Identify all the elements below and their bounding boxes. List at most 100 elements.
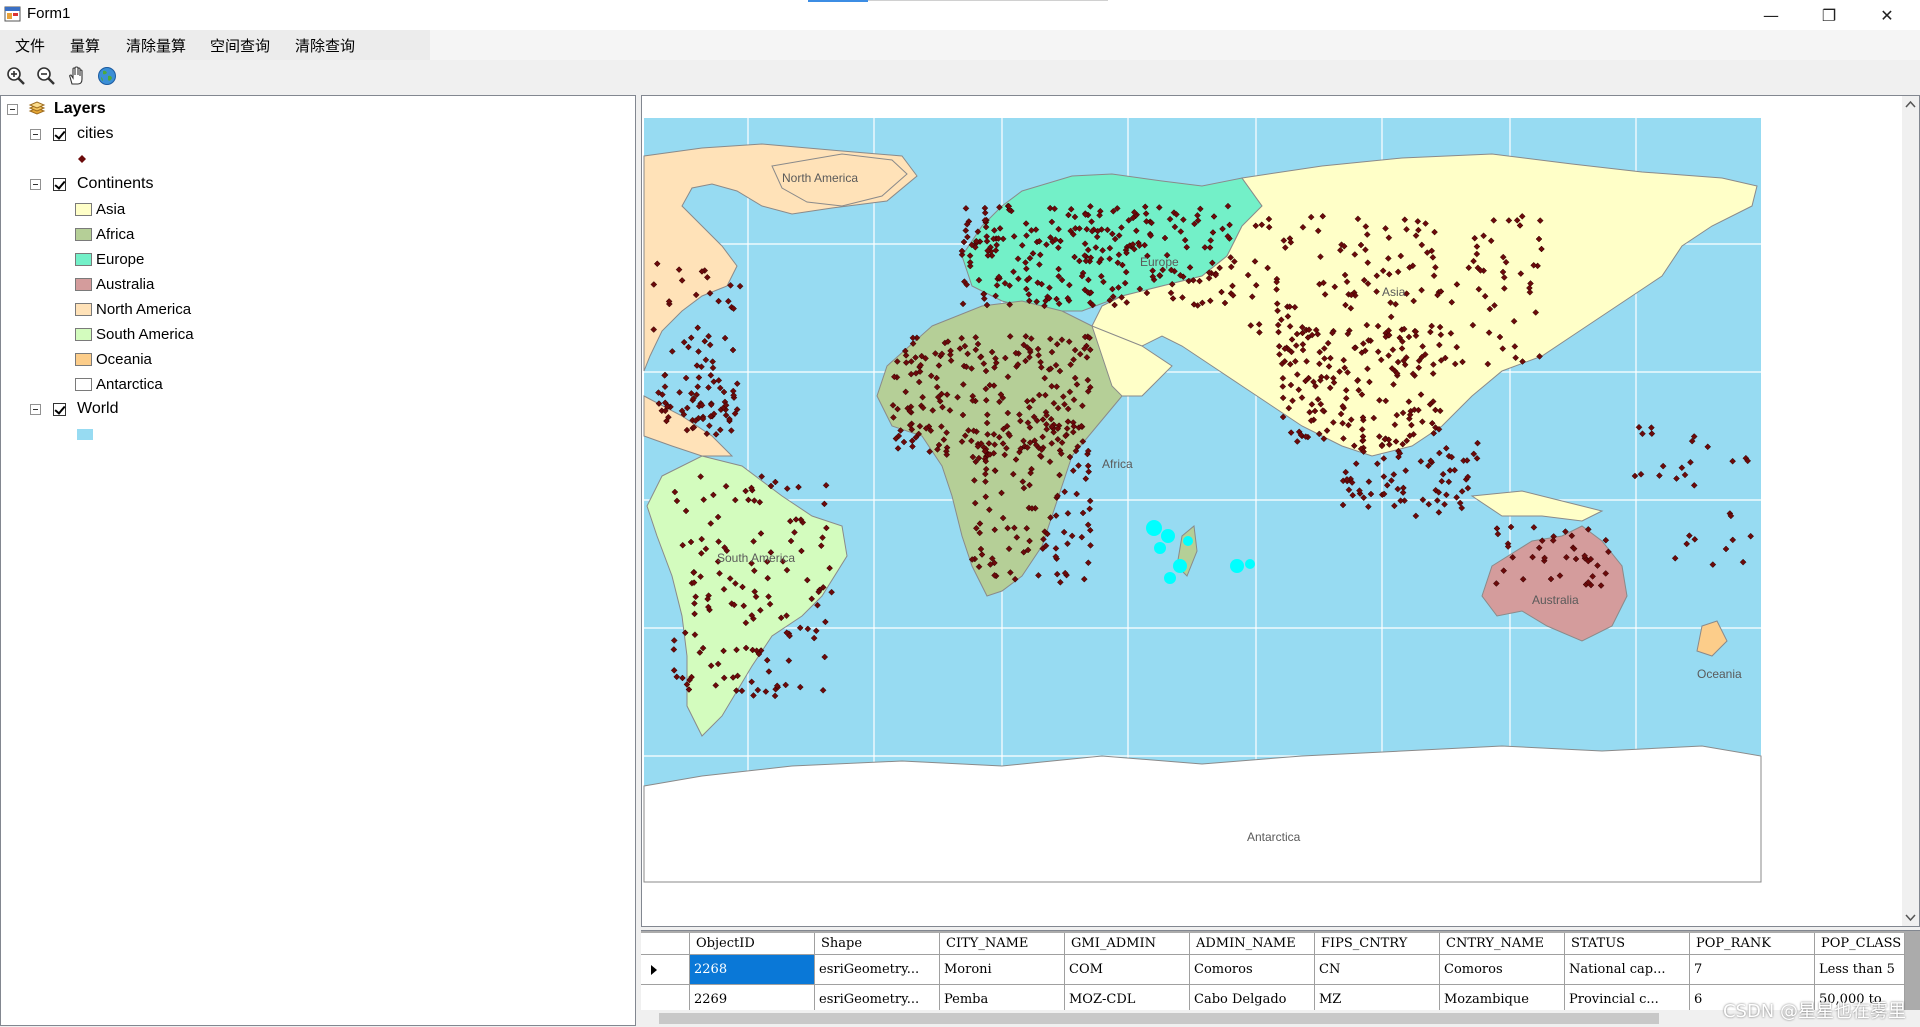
window-title: Form1: [27, 5, 71, 22]
layers-toc: Layers cities Continents Asia Africa Eur…: [0, 95, 636, 1026]
watermark: CSDN @星星也在雾里: [1722, 1001, 1906, 1022]
close-button[interactable]: ✕: [1858, 0, 1916, 30]
column-header[interactable]: ObjectID: [690, 933, 815, 955]
legend-swatch: [75, 327, 92, 341]
row-header-corner: [641, 933, 690, 955]
zoom-out-icon[interactable]: [36, 66, 56, 86]
menu-file[interactable]: 文件: [15, 35, 45, 56]
pan-hand-icon[interactable]: [66, 66, 86, 86]
label-asia: Asia: [1382, 285, 1406, 299]
table-cell[interactable]: Moroni: [940, 955, 1065, 985]
column-header[interactable]: STATUS: [1565, 933, 1690, 955]
menu-clear-measure[interactable]: 清除量算: [126, 35, 186, 56]
table-cell[interactable]: COM: [1065, 955, 1190, 985]
legend-swatch: [75, 227, 92, 241]
label-oceania: Oceania: [1697, 667, 1742, 681]
legend-item: Oceania: [75, 348, 152, 370]
table-cell[interactable]: 7: [1690, 955, 1815, 985]
map-vertical-scrollbar[interactable]: [1902, 96, 1919, 926]
menu-spatial-query[interactable]: 空间查询: [210, 35, 270, 56]
legend-label: Australia: [96, 275, 155, 293]
scroll-thumb[interactable]: [659, 1013, 1659, 1024]
column-header[interactable]: FIPS_CNTRY: [1315, 933, 1440, 955]
table-cell[interactable]: esriGeometry...: [815, 955, 940, 985]
legend-item: South America: [75, 323, 194, 345]
focus-indicator: [808, 0, 868, 2]
menu-measure[interactable]: 量算: [70, 35, 100, 56]
map-control[interactable]: North America Europe Asia Africa South A…: [641, 95, 1920, 927]
column-header[interactable]: CITY_NAME: [940, 933, 1065, 955]
legend-label: Africa: [96, 225, 135, 243]
legend-item: Africa: [75, 223, 134, 245]
toc-root-label: Layers: [54, 100, 106, 117]
label-australia: Australia: [1532, 593, 1579, 607]
legend-label: Antarctica: [96, 375, 163, 393]
legend-swatch: [75, 202, 92, 216]
legend-item: Asia: [75, 198, 125, 220]
table-cell[interactable]: National cap...: [1565, 955, 1690, 985]
layer-row-cities[interactable]: cities: [30, 123, 113, 145]
layer-visibility-checkbox[interactable]: [53, 402, 66, 416]
current-row-icon: [651, 965, 657, 975]
title-bar: Form1 — ❐ ✕: [0, 0, 1920, 30]
menu-clear-query[interactable]: 清除查询: [295, 35, 355, 56]
column-header[interactable]: POP_RANK: [1690, 933, 1815, 955]
toolbar: [0, 60, 1920, 92]
antarctica-shape: [643, 745, 1762, 883]
legend-label: Europe: [96, 250, 145, 268]
row-selector[interactable]: [641, 955, 690, 985]
column-header[interactable]: ADMIN_NAME: [1190, 933, 1315, 955]
attribute-grid[interactable]: ObjectID Shape CITY_NAME GMI_ADMIN ADMIN…: [641, 930, 1920, 1027]
legend-label: Oceania: [96, 350, 152, 368]
legend-label: North America: [96, 300, 192, 318]
minimize-button[interactable]: —: [1742, 0, 1800, 30]
legend-item: Europe: [75, 248, 144, 270]
collapse-toggle[interactable]: [30, 403, 41, 415]
legend-cities-point: [77, 148, 87, 170]
scroll-up-icon[interactable]: [1902, 96, 1919, 113]
legend-swatch: [75, 352, 92, 366]
toc-root: Layers: [7, 98, 106, 120]
layer-name: cities: [77, 125, 114, 142]
point-symbol-icon: [78, 155, 86, 163]
legend-world-fill: [77, 423, 93, 445]
layer-name: Continents: [77, 175, 154, 192]
label-north-america: North America: [782, 171, 858, 185]
legend-swatch: [75, 252, 92, 266]
focus-indicator-track: [868, 0, 1108, 1]
table-cell[interactable]: 2268: [690, 955, 815, 985]
legend-item: North America: [75, 298, 191, 320]
legend-swatch: [75, 377, 92, 391]
collapse-toggle[interactable]: [30, 128, 41, 140]
layer-row-continents[interactable]: Continents: [30, 173, 154, 195]
legend-item: Australia: [75, 273, 154, 295]
table-cell[interactable]: Comoros: [1440, 955, 1565, 985]
layers-icon: [28, 101, 46, 115]
column-header[interactable]: CNTRY_NAME: [1440, 933, 1565, 955]
table-cell[interactable]: Less than 5: [1815, 955, 1905, 985]
legend-label: South America: [96, 325, 194, 343]
collapse-toggle[interactable]: [7, 103, 18, 115]
scroll-down-icon[interactable]: [1902, 909, 1919, 926]
app-icon: [4, 6, 21, 22]
collapse-toggle[interactable]: [30, 178, 41, 190]
table-cell[interactable]: Comoros: [1190, 955, 1315, 985]
column-header[interactable]: Shape: [815, 933, 940, 955]
label-europe: Europe: [1140, 255, 1179, 269]
layer-visibility-checkbox[interactable]: [53, 177, 66, 191]
layer-visibility-checkbox[interactable]: [53, 127, 66, 141]
legend-swatch: [75, 277, 92, 291]
maximize-button[interactable]: ❐: [1800, 0, 1858, 30]
full-extent-globe-icon[interactable]: [97, 66, 117, 86]
legend-label: Asia: [96, 200, 126, 218]
zoom-in-icon[interactable]: [6, 66, 26, 86]
map-canvas[interactable]: North America Europe Asia Africa South A…: [642, 96, 1904, 926]
table-cell[interactable]: CN: [1315, 955, 1440, 985]
column-header[interactable]: POP_CLASS: [1815, 933, 1905, 955]
legend-item: Antarctica: [75, 373, 163, 395]
menu-bar: 文件 量算 清除量算 空间查询 清除查询: [0, 30, 1920, 60]
layer-row-world[interactable]: World: [30, 398, 119, 420]
label-antarctica: Antarctica: [1247, 830, 1301, 844]
layer-name: World: [77, 400, 119, 417]
column-header[interactable]: GMI_ADMIN: [1065, 933, 1190, 955]
